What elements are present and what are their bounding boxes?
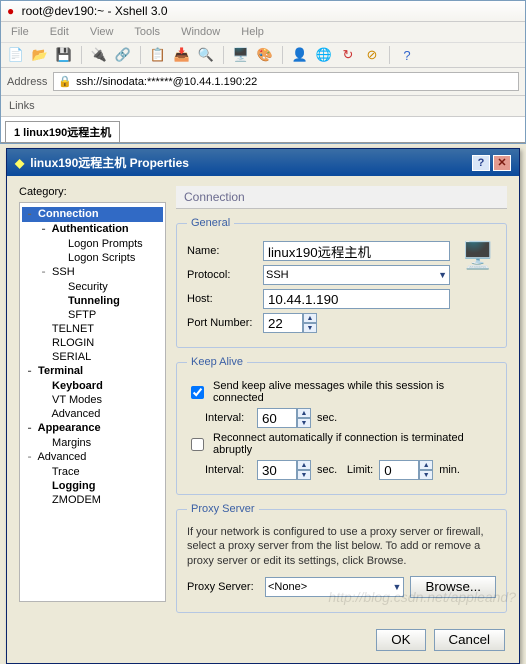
section-head: Connection	[176, 186, 507, 209]
tree-node-logon-scripts[interactable]: Logon Scripts	[22, 251, 163, 265]
spin-up-icon[interactable]: ▲	[303, 313, 317, 323]
spin-down-icon[interactable]: ▼	[303, 323, 317, 333]
tree-node-logon-prompts[interactable]: Logon Prompts	[22, 237, 163, 251]
name-label: Name:	[187, 245, 257, 257]
reconnect-checkbox[interactable]	[191, 438, 204, 451]
tree-node-telnet[interactable]: TELNET	[22, 322, 163, 336]
tree-node-zmodem[interactable]: ZMODEM	[22, 493, 163, 507]
category-label: Category:	[19, 186, 166, 198]
tree-node-rlogin[interactable]: RLOGIN	[22, 336, 163, 350]
interval1-spinner[interactable]: ▲▼	[257, 408, 311, 428]
user-icon[interactable]: 👤	[291, 46, 309, 64]
stop-icon[interactable]: ⊘	[363, 46, 381, 64]
close-button[interactable]: ✕	[493, 155, 511, 171]
tree-node-trace[interactable]: Trace	[22, 465, 163, 479]
address-label: Address	[7, 76, 47, 88]
tree-node-connection[interactable]: - Connection	[22, 207, 163, 222]
connect-icon[interactable]: 🔌	[90, 46, 108, 64]
new-icon[interactable]: 📄	[7, 46, 25, 64]
menu-edit[interactable]: Edit	[50, 26, 69, 38]
main-title: root@dev190:~ - Xshell 3.0	[22, 4, 168, 18]
color-icon[interactable]: 🎨	[256, 46, 274, 64]
tree-node-ssh[interactable]: - SSH	[22, 265, 163, 280]
save-icon[interactable]: 💾	[55, 46, 73, 64]
tree-node-terminal[interactable]: - Terminal	[22, 364, 163, 379]
tab-bar: 1 linux190远程主机	[1, 117, 525, 143]
general-group: General Name: Protocol: SSH ▼	[176, 217, 507, 348]
dialog-titlebar: ◆ linux190远程主机 Properties ? ✕	[7, 149, 519, 176]
app-icon: ●	[7, 4, 14, 18]
menu-view[interactable]: View	[90, 26, 114, 38]
name-input[interactable]	[263, 241, 450, 261]
tree-node-vt-modes[interactable]: VT Modes	[22, 393, 163, 407]
disconnect-icon[interactable]: 🔗	[114, 46, 132, 64]
globe-icon[interactable]: 🌐	[315, 46, 333, 64]
chevron-down-icon: ▼	[438, 270, 447, 280]
host-input[interactable]	[263, 289, 450, 309]
chevron-down-icon: ▼	[393, 582, 402, 592]
category-tree[interactable]: - Connection- Authentication Logon Promp…	[19, 202, 166, 602]
copy-icon[interactable]: 📋	[149, 46, 167, 64]
tree-node-appearance[interactable]: - Appearance	[22, 421, 163, 436]
proxy-text: If your network is configured to use a p…	[187, 525, 496, 568]
tree-node-keyboard[interactable]: Keyboard	[22, 379, 163, 393]
send-keepalive-checkbox[interactable]	[191, 386, 204, 399]
dialog-title: linux190远程主机 Properties	[30, 154, 189, 171]
menu-file[interactable]: File	[11, 26, 29, 38]
tree-node-authentication[interactable]: - Authentication	[22, 222, 163, 237]
monitor-icon[interactable]: 🖥️	[232, 46, 250, 64]
menu-window[interactable]: Window	[181, 26, 220, 38]
tree-node-advanced[interactable]: Advanced	[22, 407, 163, 421]
proxy-label: Proxy Server:	[187, 581, 259, 593]
tree-node-margins[interactable]: Margins	[22, 436, 163, 450]
proxy-group: Proxy Server If your network is configur…	[176, 503, 507, 613]
toolbar: 📄 📂 💾 🔌 🔗 📋 📥 🔍 🖥️ 🎨 👤 🌐 ↻ ⊘ ?	[1, 43, 525, 68]
limit-spinner[interactable]: ▲▼	[379, 460, 433, 480]
protocol-label: Protocol:	[187, 269, 257, 281]
port-label: Port Number:	[187, 317, 257, 329]
keepalive-group: Keep Alive Send keep alive messages whil…	[176, 356, 507, 495]
connection-icon: 🖥️	[460, 237, 496, 273]
ok-button[interactable]: OK	[376, 629, 425, 651]
properties-dialog: ◆ linux190远程主机 Properties ? ✕ Category: …	[6, 148, 520, 664]
dialog-icon: ◆	[15, 156, 24, 170]
menu-tools[interactable]: Tools	[134, 26, 160, 38]
help-icon[interactable]: ?	[398, 46, 416, 64]
interval2-spinner[interactable]: ▲▼	[257, 460, 311, 480]
limit-label: Limit:	[343, 464, 373, 476]
port-spinner[interactable]: ▲▼	[263, 313, 317, 333]
tree-node-advanced[interactable]: - Advanced	[22, 450, 163, 465]
send-keepalive-label: Send keep alive messages while this sess…	[213, 380, 496, 404]
session-tab[interactable]: 1 linux190远程主机	[5, 121, 120, 142]
search-icon[interactable]: 🔍	[197, 46, 215, 64]
protocol-select[interactable]: SSH ▼	[263, 265, 450, 285]
tree-node-tunneling[interactable]: Tunneling	[22, 294, 163, 308]
ssh-icon: 🔒	[58, 75, 72, 88]
tree-node-serial[interactable]: SERIAL	[22, 350, 163, 364]
links-bar: Links	[1, 96, 525, 117]
help-button[interactable]: ?	[472, 155, 490, 171]
paste-icon[interactable]: 📥	[173, 46, 191, 64]
open-icon[interactable]: 📂	[31, 46, 49, 64]
tree-node-security[interactable]: Security	[22, 280, 163, 294]
refresh-icon[interactable]: ↻	[339, 46, 357, 64]
browse-button[interactable]: Browse...	[410, 576, 496, 598]
main-titlebar: ● root@dev190:~ - Xshell 3.0	[1, 1, 525, 22]
address-field[interactable]: 🔒 ssh://sinodata:******@10.44.1.190:22	[53, 72, 519, 91]
proxy-select[interactable]: <None> ▼	[265, 577, 404, 597]
menubar: File Edit View Tools Window Help	[1, 22, 525, 43]
tree-node-logging[interactable]: Logging	[22, 479, 163, 493]
cancel-button[interactable]: Cancel	[434, 629, 506, 651]
reconnect-label: Reconnect automatically if connection is…	[213, 432, 496, 456]
menu-help[interactable]: Help	[241, 26, 264, 38]
tree-node-sftp[interactable]: SFTP	[22, 308, 163, 322]
interval1-label: Interval:	[205, 412, 251, 424]
host-label: Host:	[187, 293, 257, 305]
address-value: ssh://sinodata:******@10.44.1.190:22	[76, 76, 257, 88]
